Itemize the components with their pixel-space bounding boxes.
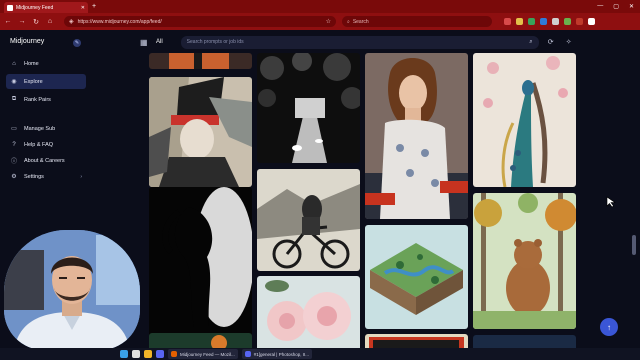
taskbar-app-icon[interactable]: [156, 350, 164, 358]
sidebar-item-label: About & Careers: [24, 157, 65, 164]
home-icon[interactable]: ⌂: [46, 18, 54, 25]
sidebar-item-home[interactable]: ⌂ Home: [6, 56, 86, 71]
taskbar-window-label: Midjourney Feed — Mozil...: [180, 351, 235, 357]
address-bar[interactable]: ◈ https://www.midjourney.com/app/feed/ ☆: [64, 16, 336, 27]
feed-image[interactable]: [365, 225, 468, 329]
sidebar-item-about[interactable]: ⓘ About & Careers: [6, 153, 86, 168]
minimize-icon[interactable]: —: [597, 3, 603, 10]
browser-search-placeholder: Search: [352, 18, 369, 25]
help-icon: ?: [12, 141, 16, 148]
feed-image[interactable]: [149, 77, 252, 187]
reload-icon[interactable]: ↻: [32, 18, 40, 26]
webcam-overlay: [4, 230, 140, 350]
sidebar-item-label: Help & FAQ: [24, 141, 54, 148]
sidebar-item-label: Home: [24, 60, 39, 67]
sidebar-item-manage-sub[interactable]: ▭ Manage Sub: [6, 121, 86, 136]
pairs-icon: ⧉: [11, 96, 17, 102]
forward-icon[interactable]: →: [18, 18, 26, 25]
shield-icon: ◈: [69, 19, 74, 25]
house-icon: ⌂: [12, 60, 16, 67]
mouse-cursor-icon: [606, 196, 616, 208]
sidebar-item-help[interactable]: ? Help & FAQ: [6, 137, 86, 152]
search-icon: ⌕: [347, 18, 350, 25]
bookmark-star-icon[interactable]: ☆: [326, 18, 331, 25]
scrollbar[interactable]: [632, 235, 636, 255]
feed-image[interactable]: [149, 187, 252, 337]
taskbar-app-icon[interactable]: [144, 350, 152, 358]
taskbar-window-discord[interactable]: #1[general | Photoshop, II...: [241, 349, 312, 359]
window-controls: — ▢ ✕: [597, 3, 640, 10]
edit-icon[interactable]: ✎: [73, 39, 81, 47]
taskbar-window-firefox[interactable]: Midjourney Feed — Mozil...: [168, 349, 238, 359]
sidebar-item-rank-pairs[interactable]: ⧉ Rank Pairs: [6, 92, 86, 107]
sidebar-item-settings[interactable]: ⚙ Settings ›: [6, 169, 86, 184]
compass-icon: ◉: [11, 79, 17, 85]
card-icon: ▭: [11, 126, 17, 132]
browser-tab-bar: Midjourney Feed ✕ + — ▢ ✕: [0, 0, 640, 13]
browser-toolbar: ← → ↻ ⌂ ◈ https://www.midjourney.com/app…: [0, 13, 640, 30]
new-tab-icon[interactable]: +: [92, 3, 96, 10]
extension-icon[interactable]: [552, 18, 559, 25]
taskbar-window-label: #1[general | Photoshop, II...: [253, 351, 309, 357]
back-icon[interactable]: ←: [4, 18, 12, 25]
feed-image[interactable]: [149, 53, 252, 69]
menu-icon[interactable]: [588, 18, 595, 25]
presenter-video: [4, 230, 140, 350]
gear-icon: ⚙: [11, 174, 17, 180]
browser-search[interactable]: ⌕ Search: [342, 16, 492, 27]
info-icon: ⓘ: [10, 159, 17, 165]
refresh-icon[interactable]: ⟳: [545, 38, 557, 46]
taskbar-app-icon[interactable]: [132, 350, 140, 358]
feed-image[interactable]: [257, 276, 360, 348]
os-taskbar: Midjourney Feed — Mozil... #1[general | …: [0, 348, 640, 360]
feed-image[interactable]: [473, 335, 576, 348]
prompt-search-input[interactable]: [186, 39, 530, 45]
sidebar-item-explore[interactable]: ◉ Explore: [6, 74, 86, 89]
extension-icon[interactable]: [576, 18, 583, 25]
feed-image[interactable]: [365, 53, 468, 219]
sidebar-item-label: Rank Pairs: [24, 96, 51, 103]
firefox-icon: [171, 351, 177, 357]
feed-toolbar: ▦ All ⌕ ⟳ ✧: [140, 35, 590, 49]
feed-image[interactable]: [257, 53, 360, 163]
url-text: https://www.midjourney.com/app/feed/: [77, 18, 162, 25]
extension-icon[interactable]: [516, 18, 523, 25]
feed-image[interactable]: [473, 193, 576, 329]
extension-icon[interactable]: [528, 18, 535, 25]
scroll-to-top-button[interactable]: ↑: [600, 318, 618, 336]
discord-icon: [244, 351, 251, 357]
favicon-icon: [7, 4, 13, 11]
maximize-icon[interactable]: ▢: [613, 3, 619, 10]
brand-title: Midjourney: [10, 38, 45, 45]
feed-image[interactable]: [257, 169, 360, 271]
image-feed: [140, 53, 586, 348]
extensions: [504, 18, 595, 25]
extension-icon[interactable]: [564, 18, 571, 25]
chevron-right-icon: ›: [80, 173, 82, 180]
feed-image[interactable]: [365, 334, 468, 348]
filter-all[interactable]: All: [156, 39, 163, 45]
extension-icon[interactable]: [504, 18, 511, 25]
sparkle-icon[interactable]: ✧: [563, 38, 575, 46]
sidebar-item-label: Manage Sub: [24, 125, 56, 132]
close-window-icon[interactable]: ✕: [629, 3, 634, 10]
feed-image[interactable]: [149, 333, 252, 348]
sidebar-item-label: Settings: [24, 173, 44, 180]
browser-tab[interactable]: Midjourney Feed ✕: [4, 2, 88, 13]
search-icon[interactable]: ⌕: [529, 39, 532, 46]
sidebar-item-label: Explore: [24, 78, 43, 85]
extension-icon[interactable]: [540, 18, 547, 25]
start-icon[interactable]: [120, 350, 128, 358]
feed-image[interactable]: [473, 53, 576, 187]
prompt-search[interactable]: ⌕: [180, 35, 539, 49]
grid-icon[interactable]: ▦: [140, 38, 150, 47]
close-tab-icon[interactable]: ✕: [81, 5, 85, 11]
tab-title: Midjourney Feed: [16, 4, 54, 11]
